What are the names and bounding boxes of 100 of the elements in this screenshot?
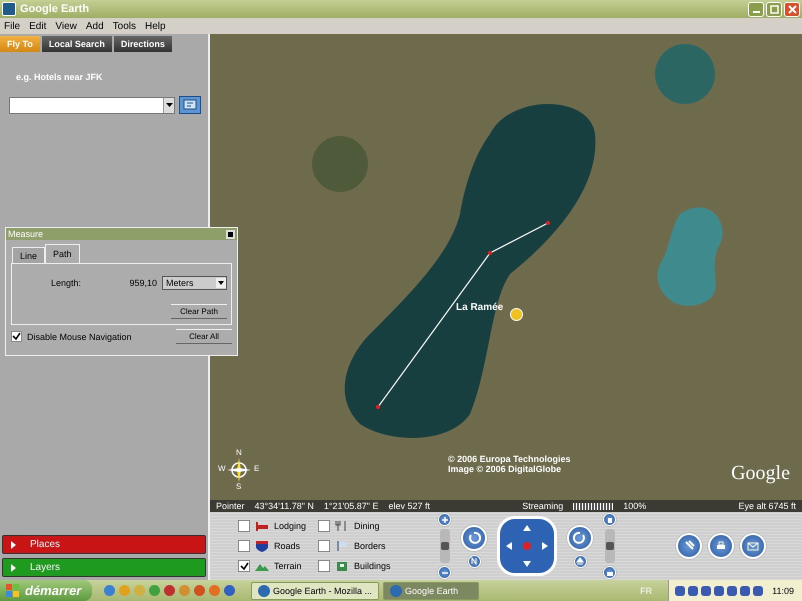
minimize-icon (752, 10, 760, 12)
layer-checkbox[interactable] (318, 520, 330, 532)
close-button[interactable] (226, 230, 235, 238)
path-point[interactable] (488, 251, 492, 255)
zoom-slider[interactable] (440, 529, 450, 563)
layer-checkbox[interactable] (318, 560, 330, 572)
panel-header[interactable]: Layers (2, 558, 206, 577)
menu-item[interactable]: Add (86, 20, 104, 32)
tilt-slider[interactable] (604, 529, 614, 563)
search-icon (183, 99, 197, 111)
menu-item[interactable]: View (55, 20, 77, 32)
globe-icon (2, 2, 16, 16)
windows-logo-icon (6, 584, 20, 598)
placemark-label[interactable]: La Ramée (456, 302, 504, 313)
print-button[interactable] (708, 533, 734, 559)
tab[interactable]: Line (12, 247, 46, 263)
search-field[interactable] (9, 96, 175, 114)
left-arrow-icon[interactable] (506, 542, 512, 550)
streaming-meter (573, 502, 614, 510)
tray-icon[interactable] (714, 586, 724, 596)
clear-all-button[interactable]: Clear All (176, 329, 232, 344)
menu-item[interactable]: Edit (29, 20, 46, 32)
triangle-icon (11, 540, 16, 548)
checkbox[interactable] (11, 331, 22, 342)
dialog-title: Measure (8, 229, 44, 239)
menu-item[interactable]: File (4, 20, 20, 32)
app-icon[interactable] (194, 585, 205, 596)
taskbar-button[interactable]: Google Earth - Mozilla ... (251, 582, 380, 600)
menu-item[interactable]: Help (145, 20, 166, 32)
tray-icon[interactable] (688, 586, 698, 596)
layer-checkbox[interactable] (238, 540, 250, 552)
minimize-button[interactable] (748, 2, 764, 16)
tilt-button[interactable] (574, 554, 586, 568)
layer-label: Borders (354, 541, 386, 551)
tilt-up-button[interactable] (603, 513, 616, 526)
hint-text: e.g. Hotels near JFK (16, 72, 104, 82)
envelope-icon (747, 540, 759, 552)
zoom-out-button[interactable] (438, 566, 451, 579)
panel-header[interactable]: Places (2, 535, 206, 554)
center-dot-icon[interactable] (523, 542, 531, 550)
length-value: 959,10 (129, 278, 157, 288)
direction-pad[interactable] (497, 516, 557, 576)
pond-shape (655, 44, 715, 104)
app-icon[interactable] (164, 585, 175, 596)
bed-icon (255, 520, 269, 532)
north-button[interactable] (468, 554, 480, 568)
compass-letter: E (254, 464, 260, 473)
right-arrow-icon[interactable] (542, 542, 548, 550)
building-icon (335, 560, 349, 572)
tray-icon[interactable] (701, 586, 712, 596)
layer-label: Lodging (274, 521, 306, 531)
printer-icon (715, 540, 727, 552)
layer-checkbox[interactable] (238, 520, 250, 532)
tray-icon[interactable] (753, 586, 764, 596)
email-button[interactable] (740, 533, 766, 559)
logo-text: Google (731, 462, 790, 485)
tab[interactable]: Path (45, 244, 80, 263)
status-text: 43°34'11.78" N (254, 501, 314, 511)
up-arrow-icon[interactable] (523, 525, 531, 531)
triangle-icon (11, 564, 16, 572)
status-text: 1°21'05.87" E (324, 501, 378, 511)
tab[interactable]: Directions (114, 36, 172, 52)
clear-path-button[interactable]: Clear Path (171, 304, 227, 319)
shield-icon (255, 540, 269, 552)
dropdown-arrow-icon[interactable] (216, 278, 226, 288)
layer-label: Terrain (274, 561, 302, 571)
plus-icon (440, 516, 448, 524)
compass-icon[interactable] (227, 458, 251, 482)
path-point[interactable] (546, 221, 550, 225)
compass-letter: N (236, 448, 242, 457)
slider-thumb[interactable] (606, 542, 614, 550)
placemark-button[interactable] (676, 533, 702, 559)
maximize-button[interactable] (766, 2, 782, 16)
zoom-in-button[interactable] (438, 513, 451, 526)
layer-checkbox[interactable] (318, 540, 330, 552)
compass-letter: S (236, 482, 242, 491)
layer-checkbox[interactable] (238, 560, 250, 572)
tray-icon[interactable] (740, 586, 750, 596)
rotate-left-button[interactable] (461, 524, 487, 550)
square-icon (606, 516, 614, 524)
units-dropdown[interactable]: Meters (162, 276, 227, 290)
status-text: Streaming (522, 501, 564, 511)
status-text: Pointer (216, 501, 245, 511)
copyright-text: © 2006 Europa Technologies (448, 454, 570, 464)
app-icon[interactable] (224, 585, 235, 596)
tray-icon[interactable] (675, 586, 686, 596)
layer-label: Buildings (354, 561, 391, 571)
flag-icon (335, 540, 349, 552)
copyright-text: Image © 2006 DigitalGlobe (448, 464, 562, 474)
slider-thumb[interactable] (440, 542, 448, 550)
path-point[interactable] (376, 405, 380, 409)
tab[interactable]: Local Search (42, 36, 112, 52)
tray-icon[interactable] (727, 586, 738, 596)
menu-item[interactable]: Tools (112, 20, 136, 32)
tilt-down-button[interactable] (603, 566, 616, 579)
north-icon (470, 557, 478, 565)
rotate-right-button[interactable] (567, 524, 593, 550)
down-arrow-icon[interactable] (523, 561, 531, 567)
search-button[interactable] (179, 96, 201, 114)
taskbar-button[interactable]: Google Earth (383, 582, 480, 600)
